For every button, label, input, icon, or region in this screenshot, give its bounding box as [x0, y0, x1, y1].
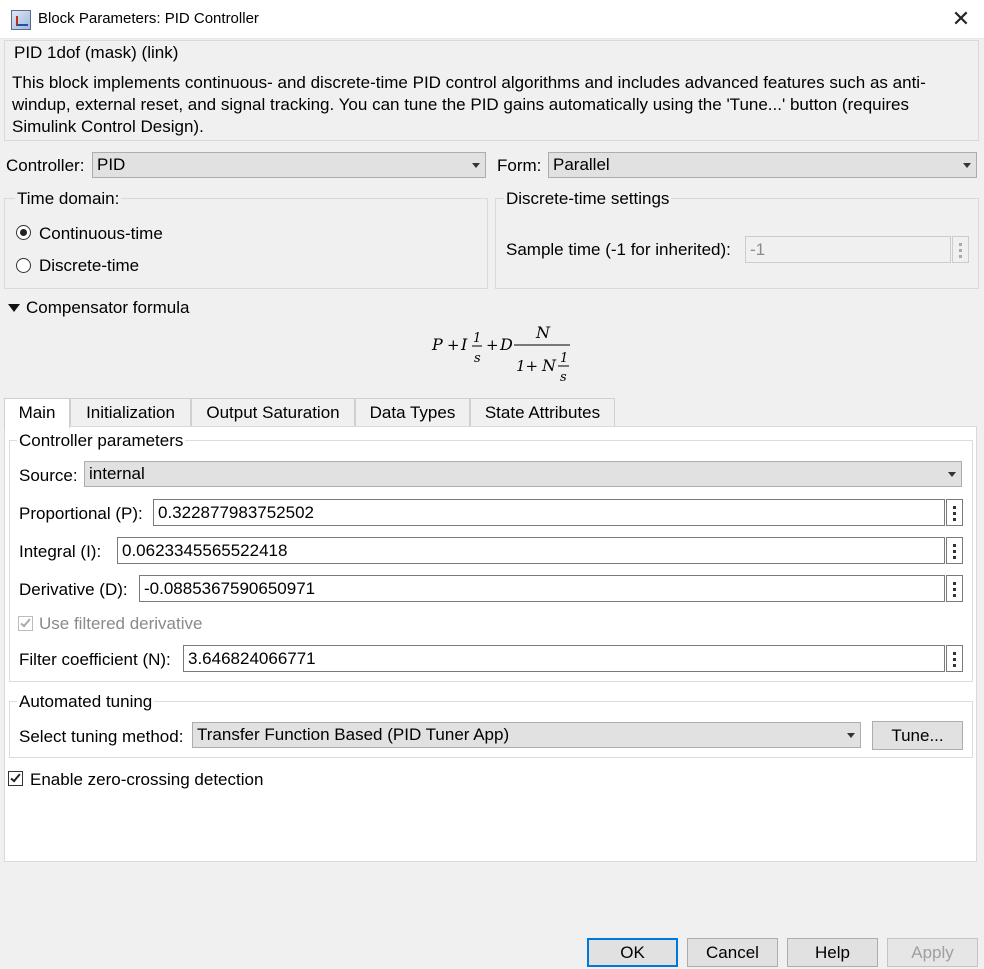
continuous-time-label[interactable]: Continuous-time — [39, 224, 163, 244]
apply-button[interactable]: Apply — [887, 938, 978, 967]
formula-d: D — [499, 335, 513, 354]
derivative-label: Derivative (D): — [19, 580, 128, 599]
ok-button[interactable]: OK — [587, 938, 678, 967]
tuning-method-dropdown[interactable]: Transfer Function Based (PID Tuner App) — [192, 722, 861, 748]
formula-one-1: 1 — [473, 331, 481, 346]
form-value: Parallel — [553, 155, 610, 174]
more-options-icon[interactable] — [946, 537, 963, 564]
tab-output-saturation[interactable]: Output Saturation — [191, 398, 355, 427]
cancel-button[interactable]: Cancel — [687, 938, 778, 967]
source-dropdown[interactable]: internal — [84, 461, 962, 487]
more-options-icon[interactable] — [946, 499, 963, 526]
mask-name: PID 1dof (mask) (link) — [14, 43, 179, 62]
formula-one-2: 1 — [560, 351, 568, 366]
form-label: Form: — [497, 156, 542, 175]
formula-denominator-prefix: 1+ — [516, 357, 538, 375]
window-title: Block Parameters: PID Controller — [38, 10, 259, 27]
form-dropdown[interactable]: Parallel — [548, 152, 977, 178]
simulink-app-icon — [11, 10, 31, 30]
formula-n-numerator: N — [535, 323, 551, 342]
proportional-input[interactable]: 0.322877983752502 — [153, 499, 945, 526]
chevron-down-icon — [847, 733, 855, 738]
more-options-icon[interactable] — [946, 645, 963, 672]
tab-data-types[interactable]: Data Types — [355, 398, 470, 427]
use-filtered-derivative-checkbox[interactable] — [18, 616, 33, 631]
automated-tuning-label: Automated tuning — [17, 692, 155, 712]
formula-s-2: s — [560, 370, 567, 385]
zero-crossing-checkbox[interactable] — [8, 771, 23, 786]
time-domain-label: Time domain: — [15, 189, 122, 209]
controller-dropdown[interactable]: PID — [92, 152, 486, 178]
sample-time-input[interactable]: -1 — [745, 236, 951, 263]
discrete-time-settings-label: Discrete-time settings — [504, 189, 672, 209]
zero-crossing-label: Enable zero-crossing detection — [30, 770, 264, 789]
formula-n-denominator: N — [541, 356, 557, 375]
chevron-down-icon — [948, 472, 956, 477]
formula-plus-2: + — [486, 336, 499, 354]
discrete-time-radio[interactable] — [16, 258, 31, 273]
formula-i: I — [460, 335, 468, 354]
controller-value: PID — [97, 155, 126, 174]
compensator-formula-label[interactable]: Compensator formula — [26, 298, 189, 318]
source-value: internal — [89, 464, 145, 483]
collapse-triangle-icon[interactable] — [8, 304, 20, 312]
tab-state-attributes[interactable]: State Attributes — [470, 398, 615, 427]
source-label: Source: — [19, 466, 78, 485]
tune-button[interactable]: Tune... — [872, 721, 963, 750]
more-options-icon[interactable] — [946, 575, 963, 602]
use-filtered-derivative-label: Use filtered derivative — [39, 614, 203, 633]
tab-initialization[interactable]: Initialization — [70, 398, 191, 427]
compensator-formula-graphic: P + I 1 s + D N 1+ N 1 s — [431, 323, 570, 385]
checkmark-icon — [20, 616, 31, 628]
tuning-method-label: Select tuning method: — [19, 727, 184, 746]
derivative-input[interactable]: -0.0885367590650971 — [139, 575, 945, 602]
close-icon[interactable]: ✕ — [948, 6, 974, 32]
formula-s-1: s — [474, 351, 481, 366]
tuning-method-value: Transfer Function Based (PID Tuner App) — [197, 725, 510, 744]
filter-coefficient-input[interactable]: 3.646824066771 — [183, 645, 945, 672]
help-button[interactable]: Help — [787, 938, 878, 967]
chevron-down-icon — [472, 163, 480, 168]
controller-label: Controller: — [6, 156, 85, 175]
formula-p: P — [431, 335, 443, 354]
continuous-time-radio[interactable] — [16, 225, 31, 240]
chevron-down-icon — [963, 163, 971, 168]
discrete-time-label[interactable]: Discrete-time — [39, 256, 139, 276]
checkmark-icon — [10, 771, 21, 783]
filter-coefficient-label: Filter coefficient (N): — [19, 650, 171, 669]
mask-description: This block implements continuous- and di… — [12, 73, 926, 136]
controller-parameters-label: Controller parameters — [17, 431, 186, 451]
more-options-icon[interactable] — [952, 236, 969, 263]
proportional-label: Proportional (P): — [19, 504, 143, 523]
sample-time-label: Sample time (-1 for inherited): — [506, 240, 731, 259]
tab-main[interactable]: Main — [4, 398, 70, 428]
formula-plus-1: + — [447, 336, 460, 354]
integral-label: Integral (I): — [19, 542, 102, 561]
integral-input[interactable]: 0.0623345565522418 — [117, 537, 945, 564]
